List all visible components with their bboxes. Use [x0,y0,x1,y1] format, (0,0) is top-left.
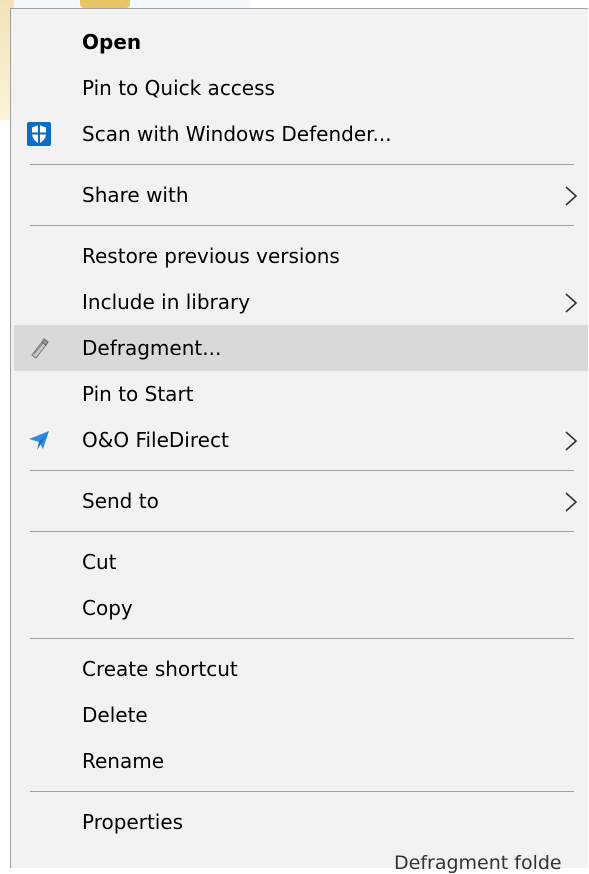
menu-item-label: Open [82,30,142,54]
menu-item-pin-quick-access[interactable]: Pin to Quick access [14,65,588,111]
menu-item-label: Delete [82,703,148,727]
tooltip: Defragment folde [394,852,562,874]
menu-item-label: Pin to Start [82,382,194,406]
menu-item-share-with[interactable]: Share with [14,172,588,218]
menu-item-scan-defender[interactable]: Scan with Windows Defender... [14,111,588,157]
chevron-right-icon [565,186,578,206]
menu-item-restore-versions[interactable]: Restore previous versions [14,233,588,279]
context-menu: Open Pin to Quick access Scan with Windo… [10,8,588,868]
menu-item-open[interactable]: Open [14,19,588,65]
menu-item-cut[interactable]: Cut [14,539,588,585]
menu-item-label: Share with [82,183,189,207]
shield-icon [27,122,51,146]
menu-item-label: Rename [82,749,165,773]
menu-item-copy[interactable]: Copy [14,585,588,631]
menu-separator [30,791,574,792]
menu-item-properties[interactable]: Properties [14,799,588,845]
menu-item-label: Copy [82,596,133,620]
menu-item-label: Cut [82,550,117,574]
menu-item-delete[interactable]: Delete [14,692,588,738]
menu-item-create-shortcut[interactable]: Create shortcut [14,646,588,692]
menu-item-label: Include in library [82,290,251,314]
menu-item-label: O&O FileDirect [82,428,229,452]
menu-separator [30,638,574,639]
paper-plane-icon [29,431,49,450]
menu-separator [30,531,574,532]
chevron-right-icon [565,293,578,313]
menu-separator [30,470,574,471]
chevron-right-icon [565,431,578,451]
menu-item-label: Scan with Windows Defender... [82,122,392,146]
menu-item-include-library[interactable]: Include in library [14,279,588,325]
menu-separator [30,164,574,165]
menu-item-defragment[interactable]: Defragment... [14,325,588,371]
menu-item-label: Defragment... [82,336,222,360]
menu-item-rename[interactable]: Rename [14,738,588,784]
menu-item-send-to[interactable]: Send to [14,478,588,524]
folder-icon [80,0,130,8]
chevron-right-icon [565,492,578,512]
defrag-icon [31,338,49,359]
menu-item-label: Properties [82,810,184,834]
menu-item-label: Create shortcut [82,657,238,681]
menu-item-oo-filedirect[interactable]: O&O FileDirect [14,417,588,463]
menu-separator [30,225,574,226]
menu-item-label: Send to [82,489,159,513]
menu-item-label: Pin to Quick access [82,76,275,100]
menu-item-label: Restore previous versions [82,244,340,268]
menu-item-pin-start[interactable]: Pin to Start [14,371,588,417]
